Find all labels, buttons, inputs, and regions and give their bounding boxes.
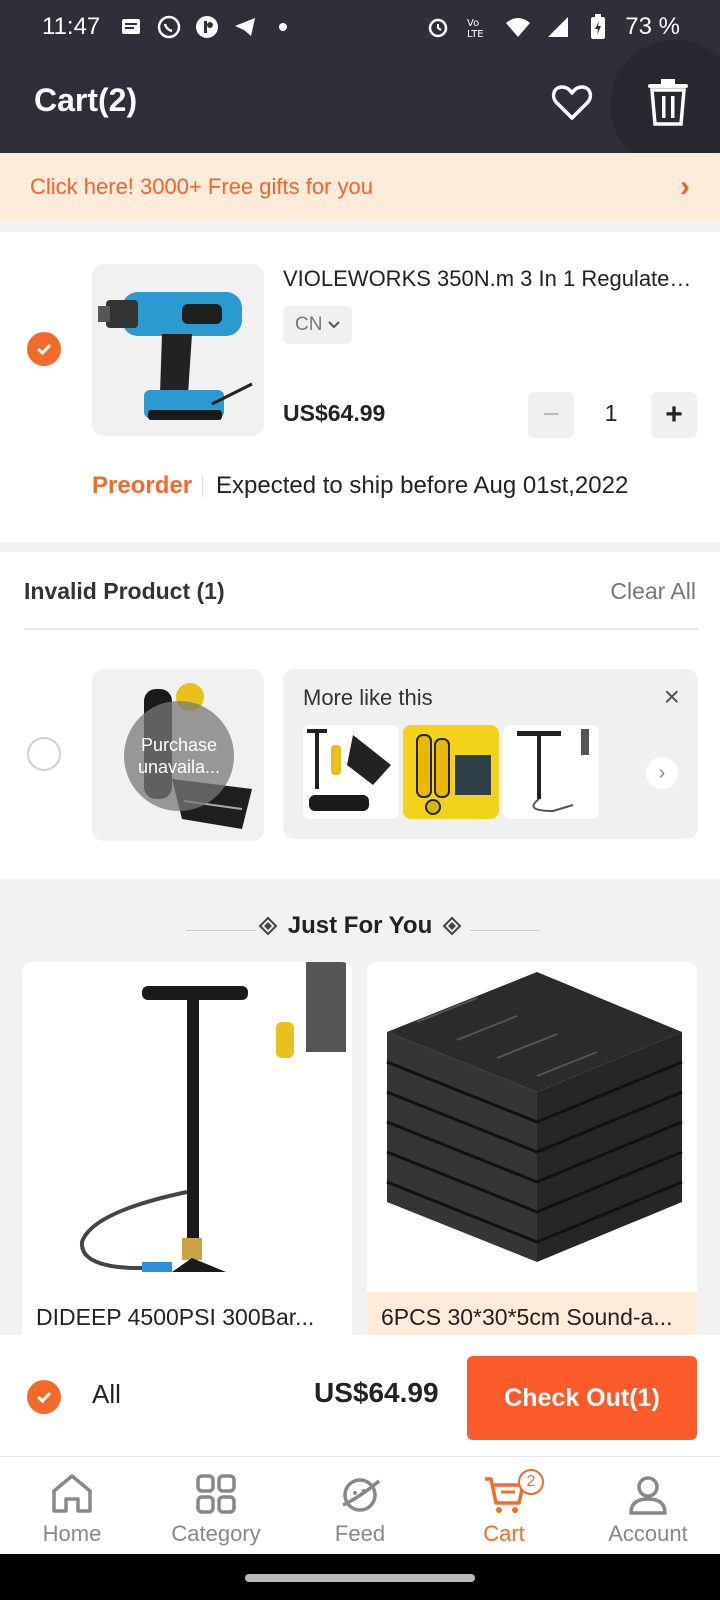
- nav-label: Feed: [334, 1521, 386, 1546]
- nav-home[interactable]: Home: [0, 1457, 144, 1554]
- nav-feed[interactable]: Feed: [288, 1457, 432, 1554]
- heading-line-left: [186, 930, 256, 931]
- nav-label: Cart: [483, 1521, 525, 1546]
- similar-product-image: [307, 729, 391, 811]
- planet-icon: [342, 1478, 381, 1512]
- notification-icons: [118, 14, 296, 40]
- cart-header: Cart(2): [0, 40, 720, 170]
- status-bar: 11:47 Vo LTE 73 %: [0, 0, 720, 54]
- diamond-icon: [258, 916, 278, 936]
- nav-cart[interactable]: Cart 2: [432, 1457, 576, 1554]
- divider: [24, 628, 698, 630]
- unavailable-overlay: Purchase unavaila...: [124, 701, 234, 811]
- delete-button[interactable]: [610, 40, 720, 170]
- battery-icon: [585, 14, 611, 40]
- close-icon[interactable]: ×: [664, 681, 680, 713]
- chevron-right-icon: ›: [680, 170, 690, 203]
- wishlist-button[interactable]: [550, 80, 594, 124]
- invalid-product-section: Invalid Product (1) Clear All Purchase u…: [0, 552, 720, 879]
- preorder-divider: [202, 475, 203, 497]
- decrease-quantity-button[interactable]: −: [528, 392, 574, 438]
- home-icon: [52, 1474, 92, 1513]
- checkmark-icon: [37, 343, 52, 356]
- bottom-nav: Home Category Feed Cart 2 Account: [0, 1456, 720, 1554]
- alarm-icon: [425, 14, 451, 40]
- preorder-label: Preorder: [92, 472, 193, 499]
- system-icons: Vo LTE 73 %: [425, 13, 680, 41]
- cart-item: VIOLEWORKS 350N.m 3 In 1 Regulated Brush…: [0, 232, 720, 542]
- product-name[interactable]: VIOLEWORKS 350N.m 3 In 1 Regulated Brush…: [283, 266, 703, 292]
- grid-icon: [196, 1474, 236, 1514]
- free-gifts-banner[interactable]: Click here! 3000+ Free gifts for you ›: [0, 153, 720, 221]
- diamond-icon: [442, 916, 462, 936]
- similar-product-image: [517, 729, 589, 813]
- nav-category[interactable]: Category: [144, 1457, 288, 1554]
- pump-image: [79, 962, 346, 1272]
- volte-icon: Vo LTE: [465, 14, 491, 40]
- select-all-label[interactable]: All: [92, 1379, 121, 1410]
- variant-label: CN: [295, 314, 323, 335]
- checkmark-icon: [37, 1391, 52, 1404]
- nav-account[interactable]: Account: [576, 1457, 720, 1554]
- wifi-icon: [505, 14, 531, 40]
- unavailable-line1: Purchase: [140, 734, 218, 755]
- app-icon: [194, 14, 220, 40]
- telegram-icon: [232, 14, 258, 40]
- signal-icon: [545, 14, 571, 40]
- similar-product-2[interactable]: [403, 725, 499, 819]
- heading-line-right: [470, 930, 540, 931]
- drill-image: [98, 292, 253, 420]
- cart-count-badge: 2: [518, 1469, 544, 1495]
- whatsapp-icon: [156, 14, 182, 40]
- svg-text:LTE: LTE: [467, 29, 484, 39]
- quantity-value[interactable]: 1: [596, 400, 626, 427]
- just-for-you-heading: Just For You: [0, 912, 720, 941]
- chevron-right-icon[interactable]: ›: [646, 757, 678, 789]
- more-like-this-panel: More like this × ›: [283, 669, 698, 839]
- recommendation-name: 6PCS 30*30*5cm Sound-a...: [381, 1304, 673, 1330]
- recommendation-card-2[interactable]: 6PCS 30*30*5cm Sound-a...: [367, 962, 697, 1382]
- variant-selector[interactable]: CN: [283, 306, 353, 344]
- checkout-button[interactable]: Check Out(1): [467, 1356, 697, 1440]
- similar-product-1[interactable]: [303, 725, 399, 819]
- nav-label: Account: [608, 1521, 688, 1546]
- unavailable-line2: unavaila...: [137, 757, 221, 777]
- invalid-product-image[interactable]: Purchase unavaila...: [92, 669, 264, 841]
- clear-all-button[interactable]: Clear All: [610, 578, 696, 605]
- system-navigation-bar: [0, 1554, 720, 1600]
- message-icon: [118, 14, 144, 40]
- just-for-you-title: Just For You: [287, 912, 433, 939]
- product-price: US$64.99: [283, 400, 386, 426]
- increase-quantity-button[interactable]: +: [651, 392, 697, 438]
- product-image[interactable]: [92, 264, 264, 436]
- similar-product-image: [403, 725, 499, 819]
- similar-product-3[interactable]: [503, 725, 599, 819]
- trash-icon: [648, 79, 688, 126]
- total-price: US$64.99: [314, 1377, 439, 1408]
- checkout-bar: All US$64.99 Check Out(1): [0, 1335, 720, 1456]
- item-checkbox[interactable]: [27, 332, 61, 366]
- nav-label: Category: [171, 1521, 261, 1546]
- status-time: 11:47: [42, 13, 101, 40]
- chevron-down-icon: [328, 321, 341, 329]
- invalid-item-checkbox[interactable]: [27, 737, 61, 771]
- select-all-checkbox[interactable]: [27, 1380, 61, 1414]
- page-title: Cart(2): [34, 82, 138, 118]
- dot-icon: [270, 14, 296, 40]
- battery-percent: 73 %: [625, 13, 680, 40]
- recommendation-name: DIDEEP 4500PSI 300Bar...: [36, 1304, 315, 1330]
- user-icon: [629, 1476, 667, 1515]
- foam-panels-image: [367, 962, 697, 1292]
- more-like-this-title: More like this: [303, 685, 433, 710]
- invalid-product-label: Invalid Product (1): [24, 578, 225, 604]
- nav-label: Home: [42, 1521, 102, 1546]
- ship-date-text: Expected to ship before Aug 01st,2022: [216, 472, 629, 499]
- heart-icon: [551, 85, 593, 120]
- svg-text:Vo: Vo: [467, 18, 479, 29]
- promo-text: Click here! 3000+ Free gifts for you: [30, 174, 373, 199]
- recommendation-card-1[interactable]: DIDEEP 4500PSI 300Bar...: [22, 962, 352, 1382]
- home-gesture-pill[interactable]: [245, 1574, 475, 1582]
